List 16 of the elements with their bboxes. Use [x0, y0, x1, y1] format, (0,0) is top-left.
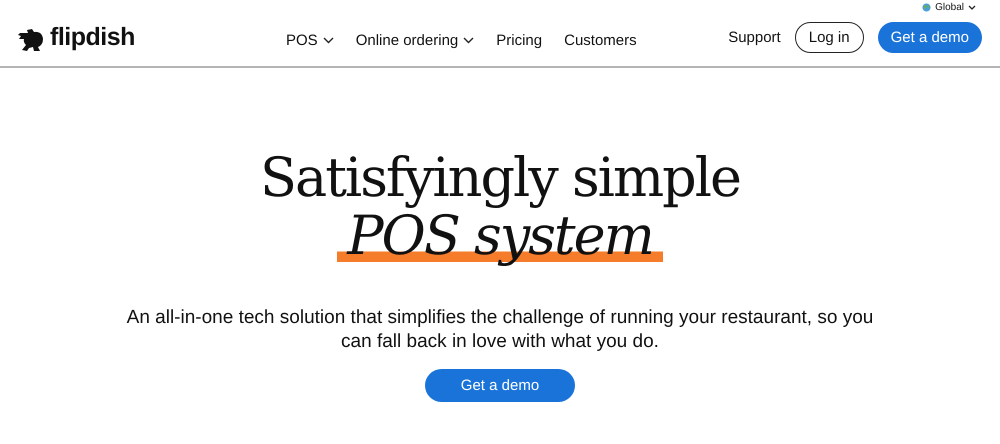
nav-link[interactable]: POS — [286, 32, 334, 48]
demo-button[interactable]: Get a demo — [424, 369, 576, 402]
headline: Satisfyingly simple — [260, 148, 740, 208]
hero-description: An all-in-one tech solution that simplifies the challenge of running your restaurant, so you can fall back in love with what you do. — [126, 306, 874, 354]
globe-icon — [922, 2, 932, 12]
chevron-icon — [463, 36, 474, 44]
nav-link[interactable]: Pricing — [496, 32, 542, 48]
nav-link[interactable]: Online ordering — [356, 32, 474, 48]
login-button[interactable]: Log in — [794, 22, 864, 52]
chevron-icon — [968, 4, 976, 10]
support-link[interactable]: Support — [728, 28, 781, 46]
brand-name[interactable]: flipdish — [50, 23, 135, 51]
region-selector[interactable]: Global — [922, 0, 976, 14]
demo-button[interactable]: Get a demo — [878, 22, 982, 52]
nav-link[interactable]: Customers — [564, 32, 637, 48]
chevron-icon — [322, 36, 334, 44]
